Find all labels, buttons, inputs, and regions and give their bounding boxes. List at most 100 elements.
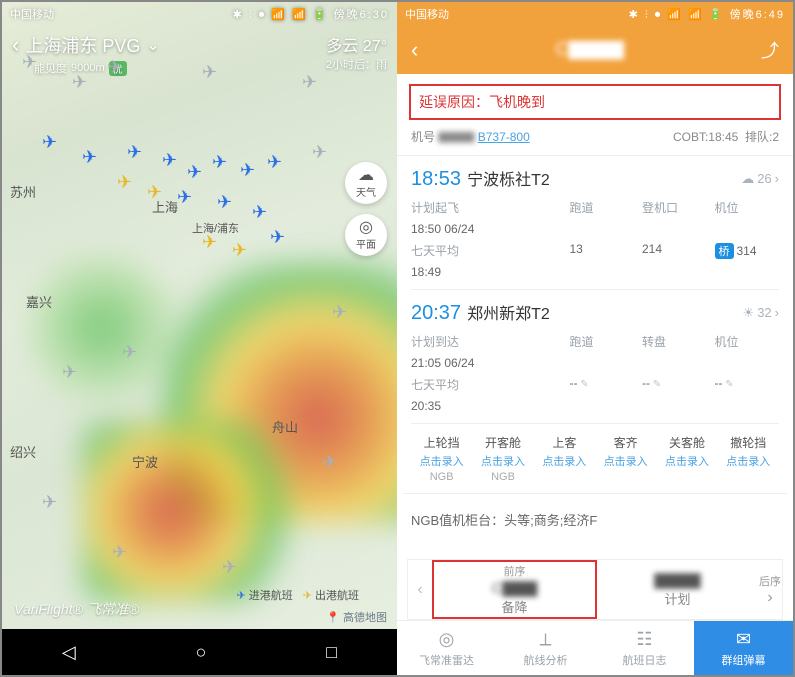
tab-icon: ⟂ — [539, 629, 551, 650]
departure-section[interactable]: 18:53宁波栎社T2 ☁26› 计划起飞 跑道 登机口 机位 18:50 06… — [397, 156, 793, 289]
variflight-watermark: VariFlight® 飞常准® — [14, 599, 139, 619]
arr-time: 20:37 — [411, 302, 461, 324]
nav-recent-button[interactable]: □ — [326, 642, 337, 663]
aircraft-icon[interactable]: ✈ — [62, 362, 77, 383]
dep-time: 18:53 — [411, 168, 461, 190]
prev-arrow-icon[interactable]: ‹ — [408, 560, 432, 619]
aircraft-icon[interactable]: ✈ — [302, 72, 317, 93]
weather-block[interactable]: 多云 27° 2小时后：雨 — [326, 32, 387, 72]
aircraft-icon[interactable]: ✈ — [240, 160, 255, 181]
aircraft-icon[interactable]: ✈ — [322, 452, 337, 473]
airport-title[interactable]: 上海浦东 PVG — [25, 32, 140, 58]
city-label: 宁波 — [132, 452, 158, 471]
next-arrow-icon[interactable]: 后序› — [758, 560, 782, 619]
aircraft-icon[interactable]: ✈ — [267, 152, 282, 173]
back-chevron-icon[interactable]: ‹ — [12, 32, 19, 58]
map-pin-icon: 📍 — [326, 611, 340, 624]
checkin-counter-text: NGB值机柜台：头等;商务;经济F — [397, 494, 793, 545]
city-label: 苏州 — [10, 182, 36, 201]
aircraft-icon[interactable]: ✈ — [147, 182, 162, 203]
aircraft-icon[interactable]: ✈ — [42, 492, 57, 513]
weather-toggle-button[interactable]: ☁ 天气 — [345, 162, 387, 204]
aircraft-icon[interactable]: ✈ — [107, 57, 122, 78]
share-icon[interactable]: ⤴ — [761, 37, 779, 63]
radar-map-screen: 中国移动 ✱ ⫶ ⏺ 📶 📶 🔋 傍晚6:30 ‹ 上海浦东 PVG ⌄ 能见度… — [2, 2, 397, 675]
nav-home-button[interactable]: ○ — [196, 642, 207, 663]
sun-icon: ☀ — [743, 305, 755, 321]
aircraft-icon[interactable]: ✈ — [112, 542, 127, 563]
carrier-label: 中国移动 — [405, 6, 449, 22]
city-label: 绍兴 — [10, 442, 36, 461]
aircraft-icon[interactable]: ✈ — [222, 557, 237, 578]
bottom-tab[interactable]: ✉群组弹幕 — [694, 621, 793, 675]
aircraft-icon[interactable]: ✈ — [202, 62, 217, 83]
aircraft-icon[interactable]: ✈ — [122, 342, 137, 363]
bottom-tab[interactable]: ◎飞常准雷达 — [397, 621, 496, 675]
ground-op-item[interactable]: 关客舱点击录入 — [656, 434, 717, 483]
flight-detail-screen: 中国移动 ✱ ⫶ ⏺ 📶 📶 🔋 傍晚6:49 ‹ C▇▇▇▇ ⤴ 延误原因：飞… — [397, 2, 793, 675]
android-nav-bar: ◁ ○ □ — [2, 629, 397, 675]
map-mode-button[interactable]: ◎ 平面 — [345, 214, 387, 256]
ground-op-item[interactable]: 上客点击录入 — [534, 434, 595, 483]
status-bar: 中国移动 ✱ ⫶ ⏺ 📶 📶 🔋 傍晚6:49 — [397, 2, 793, 26]
delay-reason-box: 延误原因：飞机晚到 — [409, 84, 781, 120]
city-label: 嘉兴 — [26, 292, 52, 311]
aircraft-icon[interactable]: ✈ — [22, 52, 37, 73]
legend-departures: 出港航班 — [303, 587, 359, 603]
tab-icon: ◎ — [439, 629, 455, 650]
aircraft-icon[interactable]: ✈ — [252, 202, 267, 223]
prev-flight-card[interactable]: 前序 C▇▇▇ 备降 — [432, 560, 597, 619]
radar-echo — [82, 422, 302, 602]
aircraft-icon[interactable]: ✈ — [177, 187, 192, 208]
bridge-badge: 桥 — [715, 243, 734, 259]
weather-forecast: 2小时后：雨 — [326, 56, 387, 72]
aircraft-model-link[interactable]: B737-800 — [478, 130, 530, 144]
tab-icon: ☷ — [636, 629, 652, 650]
chevron-right-icon: › — [775, 171, 779, 186]
aircraft-icon[interactable]: ✈ — [217, 192, 232, 213]
aircraft-icon[interactable]: ✈ — [232, 240, 247, 261]
aircraft-icon[interactable]: ✈ — [72, 72, 87, 93]
tab-icon: ✉ — [736, 629, 751, 650]
aircraft-icon[interactable]: ✈ — [117, 172, 132, 193]
aircraft-icon[interactable]: ✈ — [127, 142, 142, 163]
nav-back-button[interactable]: ◁ — [62, 642, 76, 663]
status-bar: 中国移动 ✱ ⫶ ⏺ 📶 📶 🔋 傍晚6:30 — [2, 2, 397, 26]
cloud-icon: ☁ — [741, 171, 754, 187]
arr-airport: 郑州新郑T2 — [467, 306, 550, 323]
aircraft-meta-row: 机号 ▇▇▇ B737-800 COBT:18:45 排队:2 — [397, 126, 793, 156]
dropdown-chevron-icon[interactable]: ⌄ — [146, 35, 159, 55]
flight-sequence-row: ‹ 前序 C▇▇▇ 备降 ▇▇▇▇ 计划 后序› — [407, 559, 783, 620]
globe-icon: ◎ — [359, 220, 373, 236]
aircraft-icon[interactable]: ✈ — [162, 150, 177, 171]
bottom-tab[interactable]: ☷航班日志 — [595, 621, 694, 675]
flight-header: ‹ C▇▇▇▇ ⤴ — [397, 26, 793, 75]
map-header: ‹ 上海浦东 PVG ⌄ 能见度 9000m 优 多云 27° 2小时后：雨 — [2, 26, 397, 82]
legend-arrivals: 进港航班 — [236, 587, 292, 603]
aircraft-icon[interactable]: ✈ — [82, 147, 97, 168]
ground-ops-row: 上轮挡点击录入NGB开客舱点击录入NGB上客点击录入 客齐点击录入 关客舱点击录… — [403, 424, 787, 494]
next-flight-card[interactable]: ▇▇▇▇ 计划 — [597, 560, 758, 619]
bottom-tab[interactable]: ⟂航线分析 — [496, 621, 595, 675]
dep-weather: ☁26› — [741, 171, 779, 187]
aircraft-icon[interactable]: ✈ — [270, 227, 285, 248]
back-chevron-icon[interactable]: ‹ — [411, 37, 418, 63]
aircraft-icon[interactable]: ✈ — [202, 232, 217, 253]
visibility-row: 能见度 9000m 优 — [34, 60, 160, 76]
dep-airport: 宁波栎社T2 — [467, 172, 550, 189]
ground-op-item[interactable]: 撤轮挡点击录入 — [718, 434, 779, 483]
status-icons: ✱ ⫶ ⏺ 📶 📶 🔋 傍晚6:30 — [233, 6, 389, 22]
ground-op-item[interactable]: 开客舱点击录入NGB — [472, 434, 533, 483]
aircraft-icon[interactable]: ✈ — [332, 302, 347, 323]
aircraft-icon[interactable]: ✈ — [212, 152, 227, 173]
carrier-label: 中国移动 — [10, 6, 54, 22]
ground-op-item[interactable]: 客齐点击录入 — [595, 434, 656, 483]
aircraft-icon[interactable]: ✈ — [42, 132, 57, 153]
chevron-right-icon: › — [775, 305, 779, 320]
arrival-section[interactable]: 20:37郑州新郑T2 ☀32› 计划到达 跑道 转盘 机位 21:05 06/… — [397, 290, 793, 423]
aircraft-icon[interactable]: ✈ — [312, 142, 327, 163]
aircraft-icon[interactable]: ✈ — [187, 162, 202, 183]
arr-weather: ☀32› — [743, 305, 779, 321]
ground-op-item[interactable]: 上轮挡点击录入NGB — [411, 434, 472, 483]
flight-legend: 进港航班 出港航班 — [230, 585, 365, 605]
